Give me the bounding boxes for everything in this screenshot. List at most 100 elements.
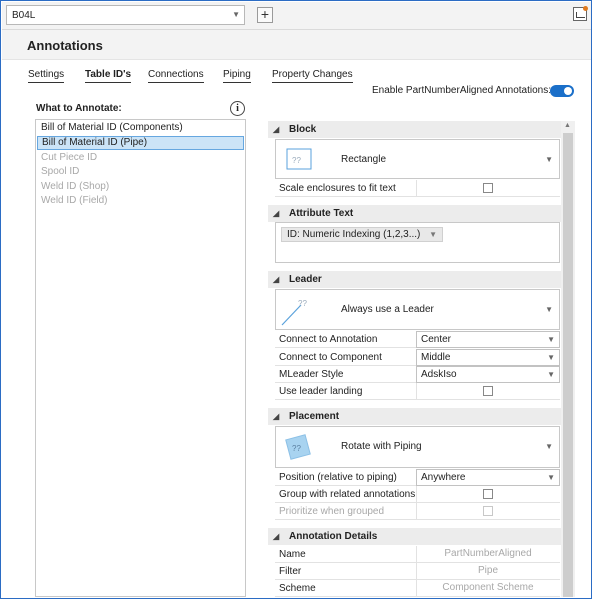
leader-line-icon: ??: [281, 299, 307, 326]
attribute-text-box[interactable]: ID: Numeric Indexing (1,2,3...) ▼: [275, 222, 560, 263]
rotate-with-piping-icon: ??: [285, 434, 311, 460]
connect-annotation-label: Connect to Annotation: [279, 334, 378, 345]
svg-text:??: ??: [292, 156, 301, 165]
list-item[interactable]: Weld ID (Field): [37, 194, 244, 208]
placement-preview-label: Rotate with Piping: [341, 441, 422, 452]
tab-piping[interactable]: Piping: [223, 69, 251, 83]
placement-section-title: Placement: [289, 411, 340, 422]
details-scheme-value: Component Scheme: [442, 582, 534, 593]
properties-scrollbar[interactable]: ▲: [561, 121, 575, 597]
attribute-text-section-header[interactable]: ◢ Attribute Text: [268, 205, 561, 222]
leader-landing-cell: [416, 383, 560, 400]
group-related-row: Group with related annotations: [275, 486, 560, 503]
chevron-down-icon: ▼: [547, 353, 555, 362]
scale-enclosures-cell: [416, 180, 560, 197]
leader-section-title: Leader: [289, 274, 322, 285]
mleader-style-row: MLeader Style AdskIso ▼: [275, 366, 560, 383]
collapse-triangle-icon[interactable]: ◢: [273, 271, 279, 288]
details-name-value: PartNumberAligned: [444, 548, 532, 559]
list-item[interactable]: Bill of Material ID (Components): [37, 121, 244, 135]
scrollbar-thumb[interactable]: [563, 133, 573, 597]
details-name-row: Name PartNumberAligned: [275, 546, 560, 563]
connect-annotation-value: Center: [421, 334, 452, 345]
connect-annotation-dropdown[interactable]: Center ▼: [416, 331, 560, 348]
details-filter-value: Pipe: [477, 565, 498, 576]
rectangle-block-icon: ??: [286, 148, 312, 170]
list-item[interactable]: Spool ID: [37, 165, 244, 179]
placement-preview-dropdown[interactable]: ?? Rotate with Piping ▼: [275, 426, 560, 468]
tab-table-ids[interactable]: Table ID's: [85, 69, 132, 83]
details-filter-row: Filter Pipe: [275, 563, 560, 580]
chevron-down-icon: ▼: [547, 473, 555, 482]
annotation-details-section-title: Annotation Details: [289, 531, 378, 542]
collapse-triangle-icon[interactable]: ◢: [273, 121, 279, 138]
project-settings-icon[interactable]: [573, 6, 588, 21]
leader-landing-checkbox[interactable]: [483, 386, 493, 396]
prioritize-label: Prioritize when grouped: [279, 506, 385, 517]
position-label: Position (relative to piping): [279, 472, 397, 483]
leader-preview-label: Always use a Leader: [341, 304, 434, 315]
details-filter-label: Filter: [279, 566, 302, 577]
svg-text:??: ??: [298, 299, 307, 308]
info-icon[interactable]: i: [230, 101, 245, 116]
block-section-title: Block: [289, 124, 317, 135]
details-scheme-label: Scheme: [279, 583, 316, 594]
attribute-text-section-title: Attribute Text: [289, 208, 354, 219]
enable-annotations-toggle[interactable]: [550, 85, 574, 97]
connect-component-label: Connect to Component: [279, 352, 382, 363]
chevron-down-icon: ▼: [547, 370, 555, 379]
attribute-chip[interactable]: ID: Numeric Indexing (1,2,3...) ▼: [281, 227, 443, 242]
position-value: Anywhere: [421, 472, 466, 483]
details-scheme-cell: Component Scheme: [416, 580, 560, 597]
collapse-triangle-icon[interactable]: ◢: [273, 205, 279, 222]
chevron-down-icon: ▼: [545, 442, 553, 451]
attribute-chip-value: ID: Numeric Indexing (1,2,3...): [287, 229, 421, 240]
leader-preview-dropdown[interactable]: ?? Always use a Leader ▼: [275, 289, 560, 330]
leader-section-header[interactable]: ◢ Leader: [268, 271, 561, 288]
prioritize-row: Prioritize when grouped: [275, 503, 560, 520]
chevron-down-icon: ▼: [547, 335, 555, 344]
scroll-up-icon[interactable]: ▲: [564, 122, 571, 129]
style-combo-value: B04L: [12, 10, 36, 21]
leader-landing-label: Use leader landing: [279, 386, 363, 397]
connect-component-dropdown[interactable]: Middle ▼: [416, 349, 560, 366]
chevron-down-icon: ▼: [429, 230, 437, 239]
details-name-cell: PartNumberAligned: [416, 546, 560, 563]
enable-annotations-label: Enable PartNumberAligned Annotations:: [372, 85, 552, 96]
chevron-down-icon: ▼: [545, 155, 553, 164]
placement-section-header[interactable]: ◢ Placement: [268, 408, 561, 425]
add-style-button[interactable]: +: [257, 7, 273, 23]
block-section-header[interactable]: ◢ Block: [268, 121, 561, 138]
prioritize-checkbox: [483, 506, 493, 516]
chevron-down-icon: ▼: [545, 305, 553, 314]
svg-text:??: ??: [292, 444, 301, 453]
connect-annotation-row: Connect to Annotation Center ▼: [275, 331, 560, 348]
list-item[interactable]: Cut Piece ID: [37, 151, 244, 165]
style-combo[interactable]: B04L ▼: [6, 5, 245, 25]
position-dropdown[interactable]: Anywhere ▼: [416, 469, 560, 486]
collapse-triangle-icon[interactable]: ◢: [273, 408, 279, 425]
block-preview-dropdown[interactable]: ?? Rectangle ▼: [275, 139, 560, 179]
list-item-selected[interactable]: Bill of Material ID (Pipe): [37, 136, 244, 150]
collapse-triangle-icon[interactable]: ◢: [273, 528, 279, 545]
scale-enclosures-row: Scale enclosures to fit text: [275, 180, 560, 197]
tab-property-changes[interactable]: Property Changes: [272, 69, 353, 83]
annotation-details-section-header[interactable]: ◢ Annotation Details: [268, 528, 561, 545]
position-row: Position (relative to piping) Anywhere ▼: [275, 469, 560, 486]
group-related-cell: [416, 486, 560, 503]
connect-component-value: Middle: [421, 352, 451, 363]
scale-enclosures-checkbox[interactable]: [483, 183, 493, 193]
leader-landing-row: Use leader landing: [275, 383, 560, 400]
mleader-style-dropdown[interactable]: AdskIso ▼: [416, 366, 560, 383]
block-preview-label: Rectangle: [341, 154, 387, 165]
page-title: Annotations: [27, 38, 103, 53]
prioritize-cell: [416, 503, 560, 520]
connect-component-row: Connect to Component Middle ▼: [275, 349, 560, 366]
details-name-label: Name: [279, 549, 306, 560]
tab-connections[interactable]: Connections: [148, 69, 204, 83]
tab-settings[interactable]: Settings: [28, 69, 65, 83]
group-related-checkbox[interactable]: [483, 489, 493, 499]
what-to-annotate-label: What to Annotate:: [36, 103, 122, 114]
list-item[interactable]: Weld ID (Shop): [37, 180, 244, 194]
details-scheme-row: Scheme Component Scheme: [275, 580, 560, 597]
